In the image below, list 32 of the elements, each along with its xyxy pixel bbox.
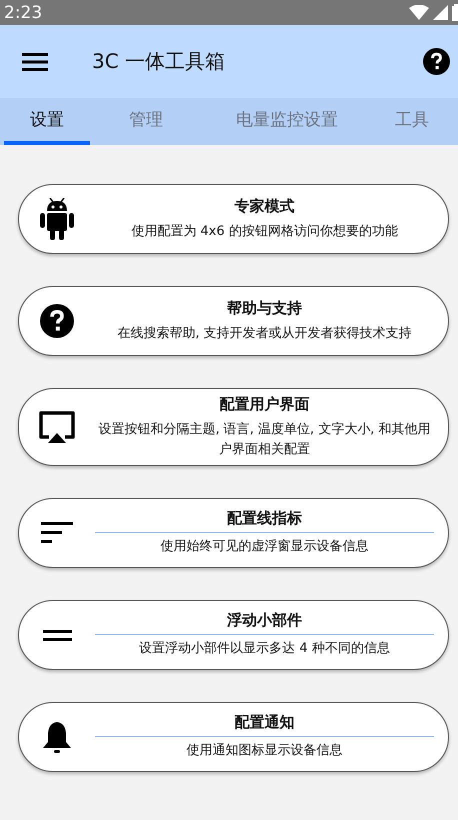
card-title: 浮动小部件 (227, 611, 302, 630)
settings-card[interactable]: 浮动小部件 设置浮动小部件以显示多达 4 种不同的信息 (18, 600, 449, 670)
sort-icon (41, 522, 73, 544)
card-title: 配置用户界面 (220, 395, 310, 414)
card-description: 使用配置为 4x6 的按钮网格访问你想要的功能 (131, 222, 398, 241)
tab[interactable]: 设置 (4, 98, 90, 145)
battery-icon (452, 4, 458, 21)
card-description: 使用始终可见的虚浮窗显示设备信息 (160, 538, 368, 556)
card-title: 配置线指标 (227, 509, 302, 528)
app-title: 3C 一体工具箱 (92, 48, 226, 75)
settings-card[interactable]: 配置线指标 使用始终可见的虚浮窗显示设备信息 (18, 498, 449, 568)
bell-icon (42, 720, 72, 754)
wifi-icon (409, 5, 429, 20)
card-description: 使用通知图标显示设备信息 (186, 742, 342, 760)
card-title: 帮助与支持 (227, 298, 302, 318)
settings-card[interactable]: 专家模式 使用配置为 4x6 的按钮网格访问你想要的功能 (18, 184, 449, 254)
card-description: 设置浮动小部件以显示多达 4 种不同的信息 (139, 640, 390, 658)
android-icon (40, 198, 74, 240)
settings-card[interactable]: 配置通知 使用通知图标显示设备信息 (18, 702, 449, 772)
clock: 2:23 (4, 2, 42, 22)
card-description: 在线搜索帮助, 支持开发者或从开发者获得技术支持 (117, 324, 412, 343)
help-icon[interactable] (423, 48, 450, 75)
settings-card[interactable]: 配置用户界面 设置按钮和分隔主题, 语言, 温度单位, 文字大小, 和其他用户界面相关配置 (18, 388, 449, 466)
card-title: 专家模式 (234, 196, 294, 216)
signal-icon (433, 5, 448, 20)
settings-card[interactable]: 帮助与支持 在线搜索帮助, 支持开发者或从开发者获得技术支持 (18, 286, 449, 356)
card-description: 设置按钮和分隔主题, 语言, 温度单位, 文字大小, 和其他用户界面相关配置 (97, 421, 432, 458)
menu-icon[interactable] (22, 52, 48, 72)
equals-icon (42, 630, 72, 640)
help-icon (40, 304, 74, 338)
card-title: 配置通知 (234, 713, 294, 732)
screen-cast-icon (39, 411, 75, 443)
